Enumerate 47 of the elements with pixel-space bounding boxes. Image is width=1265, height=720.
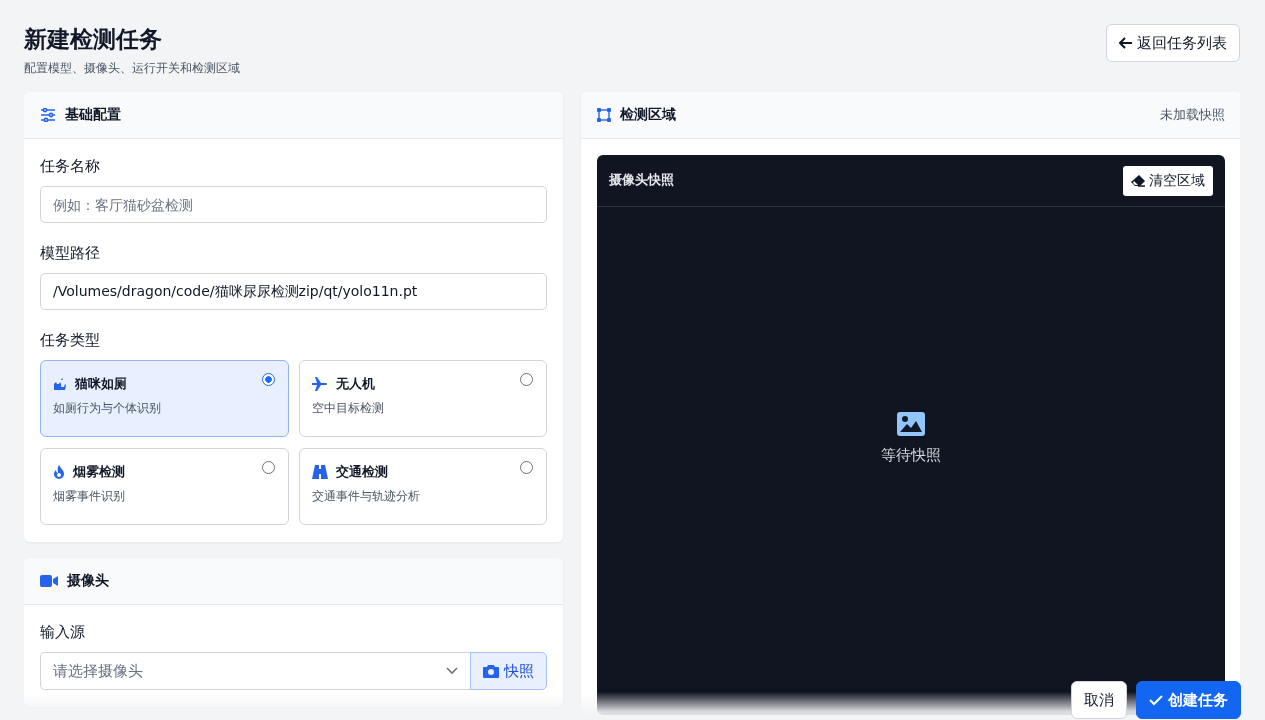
clear-region-button[interactable]: 清空区域 — [1123, 165, 1213, 196]
airplane-icon — [311, 377, 328, 391]
camera-icon — [483, 664, 499, 678]
radio-button[interactable] — [520, 461, 533, 474]
input-field[interactable]: 例如：客厅猫砂盆检测 — [40, 186, 547, 223]
task-type-option[interactable]: 交通检测 交通事件与轨迹分析 — [298, 448, 547, 525]
option-description: 烟雾事件识别 — [53, 489, 126, 504]
field-label: 任务类型 — [40, 330, 101, 351]
radio-button[interactable] — [261, 373, 275, 386]
status-text: 未加载快照 — [1160, 106, 1225, 124]
input-field[interactable]: /Volumes/dragon/code/猫咪尿尿检测zip/qt/yolo11n.pt — [40, 273, 547, 310]
option-title: 无人机 — [335, 375, 375, 393]
option-description: 如厕行为与个体识别 — [53, 401, 162, 416]
snapshot-button[interactable]: 快照 — [470, 652, 547, 690]
card-title: 基础配置 — [65, 106, 121, 124]
chevron-down-icon — [446, 667, 458, 675]
card-title: 检测区域 — [620, 106, 676, 124]
empty-state-text: 等待快照 — [881, 446, 941, 465]
option-title: 猫咪如厕 — [75, 375, 127, 393]
eraser-icon — [1131, 174, 1145, 187]
arrow-left-icon — [1119, 37, 1132, 49]
option-title: 交通检测 — [335, 463, 388, 481]
option-description: 空中目标检测 — [311, 401, 385, 416]
task-type-option[interactable]: 猫咪如厕 如厕行为与个体识别 — [40, 360, 289, 437]
card-title: 摄像头 — [67, 572, 109, 590]
page-subtitle: 配置模型、摄像头、运行开关和检测区域 — [24, 60, 240, 77]
field-label: 任务名称 — [40, 156, 101, 177]
option-title: 烟雾检测 — [73, 463, 125, 481]
task-type-option[interactable]: 烟雾检测 烟雾事件识别 — [40, 448, 289, 525]
task-type-option[interactable]: 无人机 空中目标检测 — [298, 360, 547, 437]
field-label: 输入源 — [40, 622, 86, 643]
radio-button[interactable] — [520, 373, 533, 386]
field-label: 模型路径 — [40, 243, 101, 264]
back-button[interactable]: 返回任务列表 — [1106, 24, 1240, 62]
page-title: 新建检测任务 — [24, 25, 163, 54]
selection-icon — [597, 108, 611, 122]
image-icon — [897, 412, 925, 436]
video-camera-icon — [40, 575, 58, 587]
create-task-button[interactable]: 创建任务 — [1136, 681, 1241, 719]
checkmark-icon — [1149, 694, 1163, 706]
preview-title: 摄像头快照 — [609, 172, 674, 189]
cancel-button[interactable]: 取消 — [1071, 681, 1127, 719]
option-description: 交通事件与轨迹分析 — [311, 489, 421, 504]
radio-button[interactable] — [261, 461, 275, 474]
sliders-icon — [40, 108, 56, 122]
flame-icon — [53, 465, 65, 479]
camera-dropdown[interactable]: 请选择摄像头 — [40, 652, 470, 690]
